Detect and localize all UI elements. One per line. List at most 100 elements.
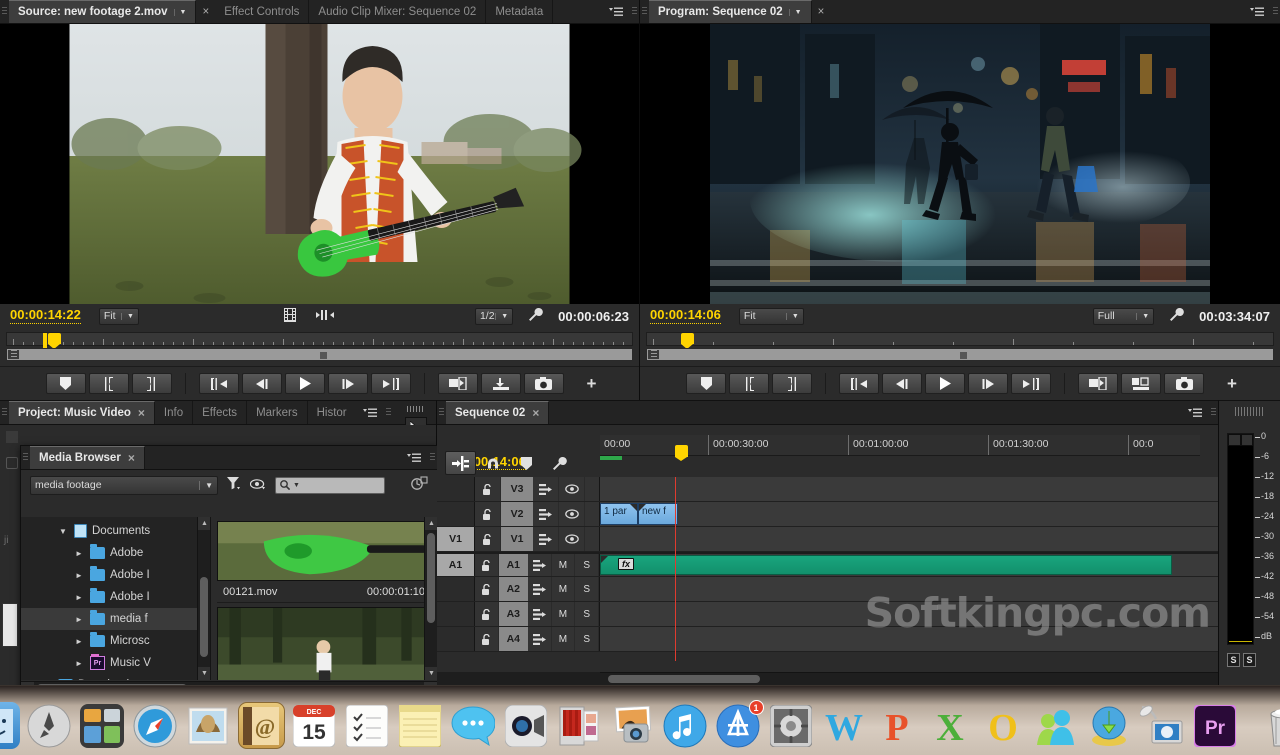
filter-icon[interactable] <box>227 477 241 493</box>
scroll-down-arrow[interactable]: ▼ <box>198 667 210 680</box>
track-content[interactable] <box>600 577 1218 601</box>
program-time-ruler[interactable] <box>646 332 1274 349</box>
dock-item-system-preferences[interactable] <box>768 702 815 749</box>
chevron-right-icon[interactable]: ► <box>73 549 85 558</box>
play-stop-button[interactable] <box>284 373 325 394</box>
scrollbar-thumb[interactable] <box>427 533 435 623</box>
lock-icon[interactable] <box>475 477 501 501</box>
source-time-ruler[interactable] <box>6 332 633 349</box>
sync-icon[interactable] <box>528 577 552 601</box>
tab-history[interactable]: Histor <box>308 401 356 424</box>
dock-item-mail[interactable] <box>185 702 232 749</box>
close-source-tab-button[interactable]: × <box>196 0 215 23</box>
source-zoom-scrollbar[interactable] <box>6 348 633 361</box>
source-playhead-timecode[interactable]: 00:00:14:22 <box>10 308 81 324</box>
tree-item-music-video[interactable]: ► Pr Music V <box>21 652 210 674</box>
mute-button[interactable]: M <box>552 627 576 651</box>
tab-audio-clip-mixer[interactable]: Audio Clip Mixer: Sequence 02 <box>309 0 487 23</box>
track-header[interactable]: V1 <box>475 527 600 551</box>
panel-gripper[interactable] <box>0 0 9 23</box>
tab-markers[interactable]: Markers <box>247 401 308 424</box>
tab-program-monitor[interactable]: Program: Sequence 02 ▼ <box>649 0 812 23</box>
dock-item-finder[interactable] <box>0 702 20 749</box>
lock-icon[interactable] <box>475 627 499 651</box>
eye-icon[interactable] <box>249 478 266 493</box>
panel-gripper-right[interactable] <box>383 401 393 424</box>
frame-export-icon[interactable] <box>283 307 296 325</box>
media-item-second[interactable] <box>217 607 431 680</box>
solo-button[interactable]: S <box>575 554 600 576</box>
solo-button[interactable]: S <box>575 577 600 601</box>
chevron-right-icon[interactable]: ► <box>73 615 85 624</box>
button-editor-plus[interactable]: + <box>1217 373 1247 394</box>
track-header[interactable]: V3 <box>475 477 600 501</box>
track-header[interactable]: A4 M S <box>475 627 600 651</box>
solo-button[interactable]: S <box>575 602 600 626</box>
solo-button-right[interactable]: S <box>1243 653 1256 667</box>
chevron-right-icon[interactable]: ► <box>73 593 85 602</box>
step-forward-button[interactable] <box>327 373 368 394</box>
sync-icon[interactable] <box>533 502 559 526</box>
scrollbar-grip-left[interactable] <box>8 350 19 359</box>
go-to-out-button[interactable] <box>370 373 411 394</box>
media-browser-thumbnails[interactable]: 00121.mov 00:00:01:10 ▲ ▼ <box>211 517 437 680</box>
chevron-down-icon[interactable]: ▼ <box>788 8 802 16</box>
directory-viewer-dropdown[interactable]: media footage ▼ <box>30 475 218 495</box>
track-name[interactable]: A3 <box>498 602 528 626</box>
track-header[interactable]: A2 M S <box>475 577 600 601</box>
dock-item-mission-control[interactable] <box>79 702 126 749</box>
track-source-indicator[interactable] <box>437 602 475 626</box>
tree-item-adobe-2[interactable]: ► Adobe I <box>21 564 210 586</box>
dock-item-iphoto[interactable] <box>609 702 656 749</box>
panel-gripper-right[interactable] <box>1209 401 1218 424</box>
track-content[interactable]: 1 par new f <box>600 502 1218 526</box>
panel-menu-icon[interactable] <box>400 446 428 469</box>
tab-metadata[interactable]: Metadata <box>486 0 554 23</box>
dock-item-download-manager[interactable] <box>1086 702 1133 749</box>
scroll-down-arrow[interactable]: ▼ <box>425 667 437 680</box>
sync-icon[interactable] <box>528 627 552 651</box>
source-zoom-dropdown[interactable]: Fit ▼ <box>98 307 139 325</box>
sync-icon[interactable] <box>533 477 559 501</box>
scrollbar-thumb[interactable] <box>200 577 208 657</box>
tab-sequence-02[interactable]: Sequence 02 × <box>446 401 550 424</box>
track-name[interactable]: V2 <box>501 502 533 526</box>
extract-button[interactable] <box>1121 373 1161 394</box>
tab-project[interactable]: Project: Music Video × <box>9 401 155 424</box>
track-name[interactable]: A1 <box>498 554 528 576</box>
add-marker-button[interactable] <box>686 373 726 394</box>
tree-item-downloads[interactable]: ► Downloads <box>21 674 210 680</box>
sync-icon[interactable] <box>533 527 559 551</box>
program-duration-timecode[interactable]: 00:03:34:07 <box>1199 309 1270 324</box>
track-content[interactable] <box>600 602 1218 626</box>
dock-item-premiere-pro[interactable]: Pr <box>1192 702 1239 749</box>
mark-in-button[interactable] <box>88 373 129 394</box>
scrollbar-grip-left[interactable] <box>648 350 659 359</box>
track-name[interactable]: V1 <box>501 527 533 551</box>
track-source-indicator[interactable]: A1 <box>437 554 475 576</box>
panel-menu-icon[interactable] <box>1181 401 1209 424</box>
button-editor-plus[interactable]: + <box>577 373 607 394</box>
export-frame-button[interactable] <box>523 373 564 394</box>
media-browser-tree[interactable]: ▼ Documents ► Adobe ► Adobe I ► Adobe I … <box>21 517 211 680</box>
panel-gripper[interactable] <box>437 401 446 424</box>
play-stop-button[interactable] <box>925 373 965 394</box>
dock-item-microsoft-word[interactable]: W <box>821 702 868 749</box>
mark-in-indicator[interactable] <box>43 333 47 349</box>
program-playhead-timecode[interactable]: 00:00:14:06 <box>650 308 721 324</box>
solo-button[interactable]: S <box>575 627 600 651</box>
mute-button[interactable]: M <box>552 577 576 601</box>
program-zoom-dropdown[interactable]: Fit ▼ <box>738 307 804 325</box>
track-content[interactable] <box>600 527 1218 551</box>
dock-item-contacts[interactable]: @ <box>237 702 285 749</box>
wrench-icon[interactable] <box>528 307 543 325</box>
snap-toggle[interactable] <box>445 451 476 475</box>
dock-item-facetime[interactable] <box>503 702 550 749</box>
mark-out-button[interactable] <box>772 373 812 394</box>
track-source-indicator[interactable] <box>437 627 475 651</box>
panel-menu-icon[interactable] <box>1243 0 1271 23</box>
timeline-settings-button[interactable] <box>544 451 575 475</box>
thumbnails-vertical-scrollbar[interactable]: ▲ ▼ <box>424 517 437 680</box>
overwrite-button[interactable] <box>480 373 521 394</box>
tree-item-microsoft[interactable]: ► Microsc <box>21 630 210 652</box>
